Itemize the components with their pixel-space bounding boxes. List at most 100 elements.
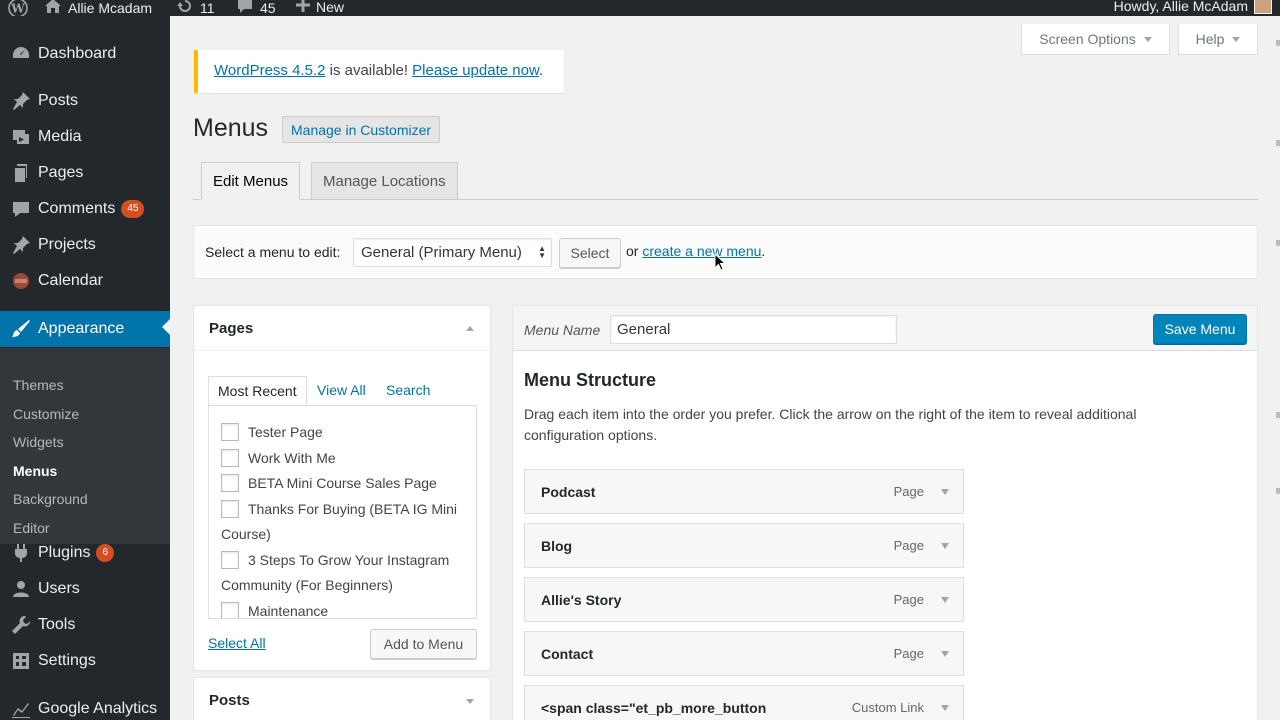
manage-in-customizer-button[interactable]: Manage in Customizer — [282, 116, 441, 143]
updates-link[interactable]: 11 — [176, 0, 215, 17]
chevron-down-icon[interactable] — [941, 705, 949, 711]
new-content-link[interactable]: New — [296, 0, 344, 15]
sidebar-item-comments[interactable]: Comments 45 — [0, 191, 170, 227]
menu-item-title: <span class="et_pb_more_button — [541, 700, 767, 716]
submenu-editor[interactable]: Editor — [13, 520, 50, 536]
sidebar-item-plugins[interactable]: Plugins 6 — [0, 535, 170, 571]
menu-name-input[interactable]: General — [610, 315, 897, 344]
submenu-customize[interactable]: Customize — [13, 406, 79, 422]
posts-metabox-header[interactable]: Posts — [194, 678, 490, 720]
select-menu-button[interactable]: Select — [559, 238, 621, 268]
submenu-menus[interactable]: Menus — [13, 463, 57, 479]
list-item[interactable]: Work With Me — [221, 446, 471, 471]
chevron-down-icon — [1143, 36, 1152, 42]
scrollbar-mark — [1276, 412, 1280, 418]
select-arrows-icon: ▲ ▼ — [538, 244, 546, 260]
list-item[interactable]: Maintenance — [221, 599, 471, 618]
checkbox[interactable] — [221, 551, 239, 569]
menu-select[interactable]: General (Primary Menu) ▲ ▼ — [353, 238, 552, 267]
site-name: Allie Mcadam — [68, 0, 153, 16]
create-new-menu-link[interactable]: create a new menu — [642, 243, 761, 259]
checkbox[interactable] — [221, 474, 239, 492]
submenu-background[interactable]: Background — [13, 491, 88, 507]
collapse-arrow-icon[interactable] — [466, 326, 474, 331]
checkbox[interactable] — [221, 500, 239, 518]
add-to-menu-button[interactable]: Add to Menu — [370, 629, 477, 659]
sidebar-item-users[interactable]: Users — [0, 571, 170, 607]
greeting: Howdy, Allie McAdam — [1113, 0, 1248, 14]
checkbox[interactable] — [221, 423, 239, 441]
brush-icon — [0, 319, 38, 339]
sidebar-item-label: Tools — [38, 616, 76, 633]
help-label: Help — [1195, 31, 1225, 47]
list-item[interactable]: Tester Page — [221, 420, 471, 445]
comments-link[interactable]: 45 — [236, 0, 276, 17]
sidebar-item-projects[interactable]: Projects — [0, 227, 170, 263]
screen-options-label: Screen Options — [1039, 31, 1136, 47]
page-label: BETA Mini Course Sales Page — [248, 475, 437, 491]
home-icon — [44, 0, 62, 17]
menu-edit-panel: Menu Name General Save Menu Menu Structu… — [512, 305, 1258, 720]
menu-item-row[interactable]: Podcast Page — [524, 469, 964, 514]
pages-metabox-header[interactable]: Pages — [194, 306, 490, 351]
menu-item-row[interactable]: <span class="et_pb_more_button Custom Li… — [524, 685, 964, 720]
calendar-icon — [0, 271, 38, 291]
list-item[interactable]: 3 Steps To Grow Your Instagram Community… — [221, 548, 471, 598]
submenu-widgets[interactable]: Widgets — [13, 434, 64, 450]
screen-options-button[interactable]: Screen Options — [1021, 24, 1170, 55]
chevron-down-icon[interactable] — [941, 597, 949, 603]
version-link[interactable]: WordPress 4.5.2 — [214, 62, 325, 79]
plus-icon — [296, 0, 310, 15]
menu-item-title: Podcast — [541, 484, 596, 500]
sidebar-item-label: Settings — [38, 652, 96, 669]
sidebar-item-label: Comments — [38, 200, 116, 217]
sidebar-item-settings[interactable]: Settings — [0, 643, 170, 679]
tab-most-recent[interactable]: Most Recent — [208, 376, 307, 406]
page-label: Work With Me — [248, 450, 336, 466]
my-account-link[interactable]: Howdy, Allie McAdam — [1114, 0, 1272, 14]
save-menu-button[interactable]: Save Menu — [1153, 314, 1247, 344]
sidebar-item-appearance[interactable]: Appearance — [0, 311, 170, 347]
site-name-link[interactable]: Allie Mcadam — [44, 0, 152, 17]
scrollbar-mark — [1276, 488, 1280, 494]
pages-list-panel[interactable]: Tester Page Work With Me BETA Mini Cours… — [208, 405, 477, 619]
checkbox[interactable] — [221, 602, 239, 618]
update-notice: WordPress 4.5.2 is available! Please upd… — [194, 50, 564, 93]
sidebar-item-tools[interactable]: Tools — [0, 607, 170, 643]
mouse-cursor-icon — [714, 252, 727, 274]
sidebar-item-pages[interactable]: Pages — [0, 155, 170, 191]
list-item[interactable]: BETA Mini Course Sales Page — [221, 471, 471, 496]
admin-sidebar: Themes Customize Widgets Menus Backgroun… — [0, 16, 170, 720]
chevron-down-icon[interactable] — [941, 651, 949, 657]
select-all-link[interactable]: Select All — [208, 635, 266, 651]
menu-header: Menu Name General Save Menu — [513, 306, 1257, 351]
sidebar-item-calendar[interactable]: Calendar — [0, 263, 170, 299]
help-button[interactable]: Help — [1178, 24, 1258, 55]
sidebar-item-label: Appearance — [38, 320, 125, 337]
pages-metabox: Pages Most Recent View All Search Tester… — [193, 305, 491, 671]
sidebar-item-label: Posts — [38, 92, 79, 109]
tab-search[interactable]: Search — [377, 376, 439, 406]
chevron-down-icon[interactable] — [941, 543, 949, 549]
tab-view-all[interactable]: View All — [308, 376, 375, 406]
expand-arrow-icon[interactable] — [466, 699, 474, 704]
checkbox[interactable] — [221, 449, 239, 467]
page-label: 3 Steps To Grow Your Instagram Community… — [221, 552, 450, 593]
plugin-icon — [0, 543, 38, 563]
tab-manage-locations[interactable]: Manage Locations — [311, 162, 458, 200]
submenu-themes[interactable]: Themes — [13, 377, 64, 393]
update-now-link[interactable]: Please update now — [412, 62, 539, 79]
or-label: or — [626, 243, 639, 259]
menu-item-row[interactable]: Contact Page — [524, 631, 964, 676]
chart-icon — [0, 699, 38, 719]
sidebar-item-posts[interactable]: Posts — [0, 83, 170, 119]
menu-item-row[interactable]: Blog Page — [524, 523, 964, 568]
chevron-down-icon[interactable] — [941, 489, 949, 495]
sidebar-item-dashboard[interactable]: Dashboard — [0, 36, 170, 72]
sidebar-item-media[interactable]: Media — [0, 119, 170, 155]
menu-name-label: Menu Name — [524, 322, 601, 338]
menu-item-row[interactable]: Allie's Story Page — [524, 577, 964, 622]
sidebar-item-google-analytics[interactable]: Google Analytics — [0, 691, 170, 720]
list-item[interactable]: Thanks For Buying (BETA IG Mini Course) — [221, 497, 471, 547]
tab-edit-menus[interactable]: Edit Menus — [201, 162, 301, 200]
